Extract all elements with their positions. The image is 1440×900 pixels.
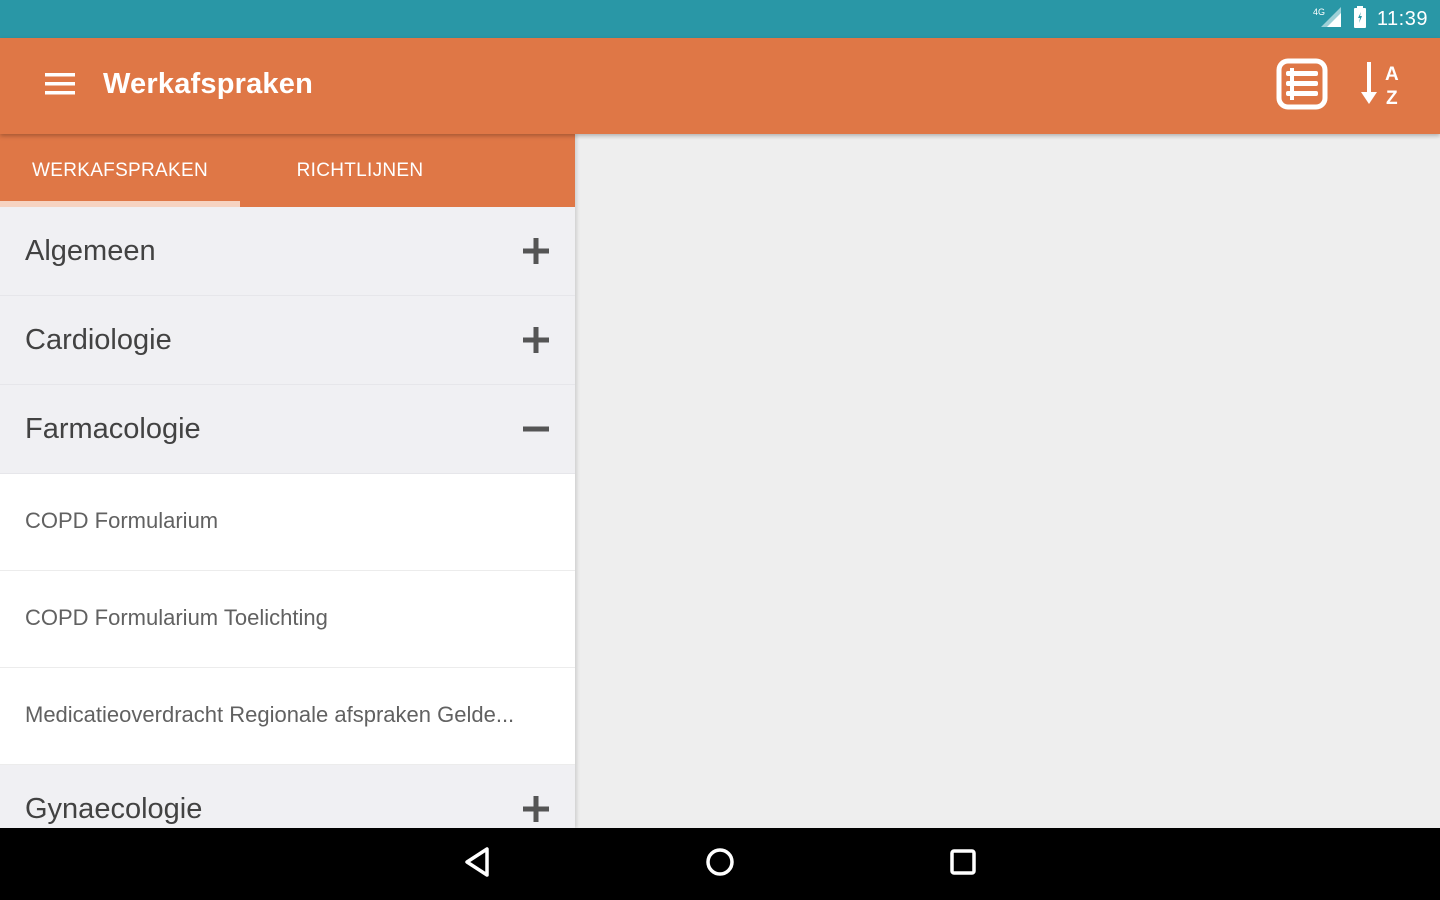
status-bar: 4G 11:39 (0, 0, 1440, 38)
recents-icon (948, 847, 978, 882)
battery-icon (1353, 5, 1367, 33)
app-screen: 4G 11:39 Werkafspraken A Z WERKAFSPRAKEN… (0, 0, 1440, 900)
collapse-minus-icon[interactable] (523, 415, 551, 443)
list-item-label: COPD Formularium (25, 508, 219, 533)
group-label: Farmacologie (25, 413, 201, 445)
system-nav-bar (0, 828, 1440, 900)
signal-4g-icon: 4G (1313, 5, 1343, 34)
group-row-farmacologie[interactable]: Farmacologie (0, 385, 575, 474)
menu-button[interactable] (36, 64, 84, 108)
tab-werkafspraken[interactable]: WERKAFSPRAKEN (0, 134, 240, 207)
tab-richtlijnen[interactable]: RICHTLIJNEN (240, 134, 480, 207)
group-label: Cardiologie (25, 324, 172, 356)
left-list-pane: WERKAFSPRAKEN RICHTLIJNEN Algemeen Cardi… (0, 134, 575, 828)
app-bar: Werkafspraken A Z (0, 38, 1440, 134)
list-item-label: COPD Formularium Toelichting (25, 605, 328, 630)
expand-plus-icon[interactable] (523, 326, 551, 354)
group-label: Gynaecologie (25, 793, 203, 825)
nav-back-button[interactable] (448, 842, 508, 886)
svg-text:4G: 4G (1313, 7, 1325, 17)
list-item[interactable]: COPD Formularium Toelichting (0, 571, 575, 668)
app-title: Werkafspraken (103, 68, 314, 100)
sort-alpha-icon: A Z (1358, 58, 1410, 115)
list-view-icon (1276, 58, 1328, 115)
back-icon (463, 846, 493, 883)
expand-plus-icon[interactable] (523, 795, 551, 823)
expand-plus-icon[interactable] (523, 237, 551, 265)
list-item[interactable]: Medicatieoverdracht Regionale afspraken … (0, 668, 575, 765)
hamburger-menu-icon (45, 72, 75, 100)
svg-text:A: A (1385, 64, 1399, 85)
tab-bar: WERKAFSPRAKEN RICHTLIJNEN (0, 134, 575, 207)
home-icon (704, 846, 736, 883)
group-row-gynaecologie[interactable]: Gynaecologie (0, 765, 575, 828)
nav-recents-button[interactable] (933, 842, 993, 886)
list-view-button[interactable] (1274, 58, 1330, 115)
svg-text:Z: Z (1386, 88, 1398, 109)
group-row-cardiologie[interactable]: Cardiologie (0, 296, 575, 385)
nav-home-button[interactable] (690, 842, 750, 886)
list-item-label: Medicatieoverdracht Regionale afspraken … (25, 702, 515, 727)
detail-pane (575, 134, 1440, 828)
status-icons: 4G 11:39 (1313, 0, 1428, 38)
group-label: Algemeen (25, 235, 156, 267)
sort-alpha-button[interactable]: A Z (1356, 60, 1412, 112)
status-time: 11:39 (1376, 7, 1428, 30)
group-row-algemeen[interactable]: Algemeen (0, 207, 575, 296)
list-item[interactable]: COPD Formularium (0, 474, 575, 571)
